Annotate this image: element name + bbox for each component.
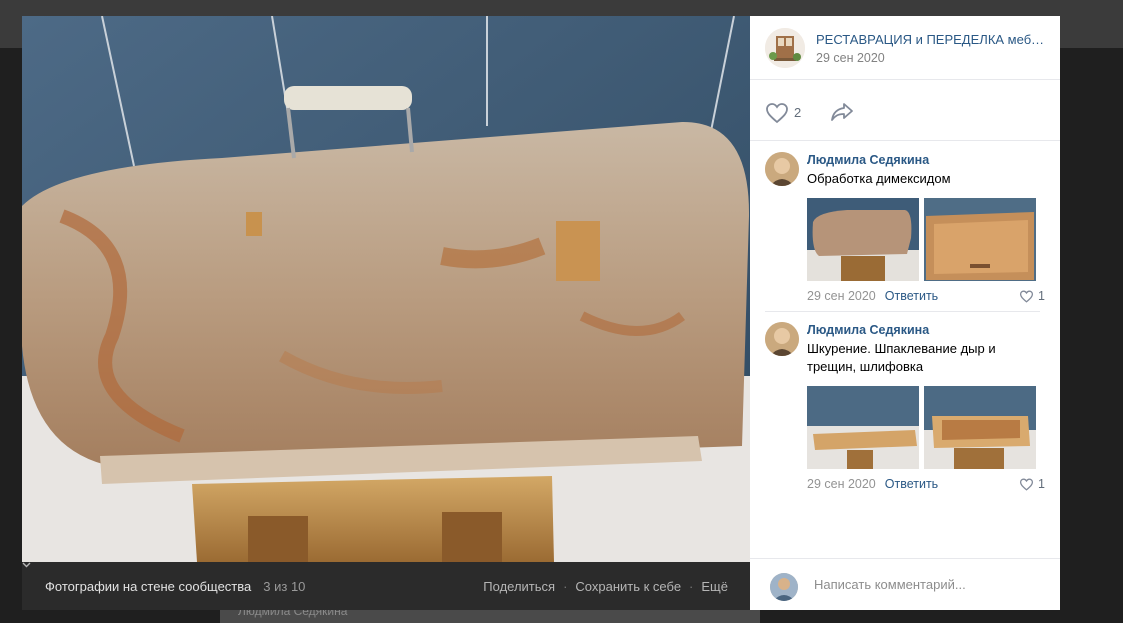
comment-photos [807, 386, 1045, 469]
footer-separator: · [689, 578, 694, 594]
avatar [770, 573, 798, 601]
comment-composer [750, 558, 1060, 611]
comment-photo[interactable] [924, 198, 1036, 281]
share-link[interactable]: Поделиться [483, 579, 555, 594]
user-photo-icon [770, 573, 798, 601]
comment-meta: 29 сен 2020 Ответить 1 [807, 477, 1045, 491]
photo-counter: 3 из 10 [263, 578, 306, 594]
comment-date[interactable]: 29 сен 2020 [807, 477, 876, 491]
comment-body: Людмила Седякина Шкурение. Шпаклевание д… [807, 322, 1045, 491]
main-photo[interactable] [22, 16, 750, 562]
user-photo-icon [765, 322, 799, 356]
comment-photo[interactable] [807, 198, 919, 281]
post-header: РЕСТАВРАЦИЯ и ПЕРЕДЕЛКА мебе… 29 сен 202… [750, 16, 1060, 80]
comment-photo[interactable] [924, 386, 1036, 469]
group-avatar[interactable] [765, 28, 805, 68]
group-name[interactable]: РЕСТАВРАЦИЯ и ПЕРЕДЕЛКА мебе… [816, 32, 1046, 47]
more-label: Ещё [701, 578, 728, 594]
comment-body: Людмила Седякина Обработка димексидом 29… [807, 152, 1045, 303]
comment-like-count: 1 [1038, 477, 1045, 491]
photo-thumbnail [807, 386, 919, 469]
photo-viewer[interactable]: Фотографии на стене сообщества 3 из 10 П… [22, 16, 750, 610]
heart-icon [1019, 478, 1034, 491]
photo-thumbnail [807, 198, 919, 281]
post-date[interactable]: 29 сен 2020 [816, 51, 885, 65]
chevron-down-icon [22, 562, 31, 568]
avatar[interactable] [765, 152, 799, 186]
like-count: 2 [794, 105, 802, 120]
comment-author[interactable]: Людмила Седякина [807, 322, 1045, 338]
comment-like-button[interactable]: 1 [1019, 477, 1045, 491]
more-menu-button[interactable]: Ещё [22, 562, 728, 594]
reply-link[interactable]: Ответить [885, 289, 938, 303]
footer-separator: · [563, 578, 568, 594]
user-photo-icon [765, 152, 799, 186]
photo-thumbnail [924, 386, 1036, 469]
comments-panel: РЕСТАВРАЦИЯ и ПЕРЕДЕЛКА мебе… 29 сен 202… [750, 16, 1060, 610]
heart-icon [1019, 290, 1034, 303]
photo-thumbnail [924, 198, 1036, 281]
comment-text: Обработка димексидом [807, 171, 951, 186]
post-actions: 2 [750, 80, 1060, 141]
photo-footer: Фотографии на стене сообщества 3 из 10 П… [22, 562, 750, 610]
reply-link[interactable]: Ответить [885, 477, 938, 491]
comment-like-button[interactable]: 1 [1019, 289, 1045, 303]
comment-like-count: 1 [1038, 289, 1045, 303]
comment-text: Шкурение. Шпаклевание дыр и трещин, шлиф… [807, 341, 996, 374]
comment-input[interactable] [814, 577, 1044, 592]
share-icon[interactable] [830, 102, 854, 122]
album-title[interactable]: Фотографии на стене сообщества [45, 579, 251, 594]
comment-photo[interactable] [807, 386, 919, 469]
comment-meta: 29 сен 2020 Ответить 1 [807, 289, 1045, 303]
comment-date[interactable]: 29 сен 2020 [807, 289, 876, 303]
comment-photos [807, 198, 1045, 281]
avatar[interactable] [765, 322, 799, 356]
heart-icon[interactable] [765, 102, 789, 124]
comment-author[interactable]: Людмила Седякина [807, 152, 1045, 168]
cabinet-icon [765, 28, 805, 68]
save-to-self-link[interactable]: Сохранить к себе [575, 579, 681, 594]
comment-divider [765, 311, 1040, 312]
